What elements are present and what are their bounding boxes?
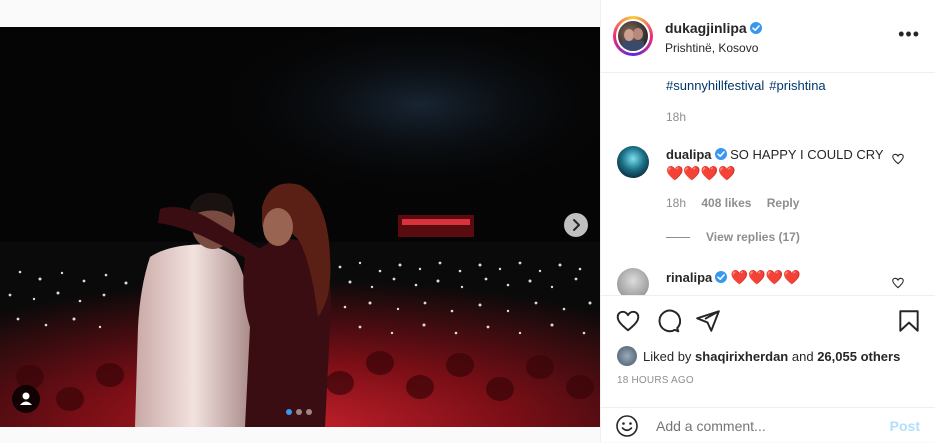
tagged-users-button[interactable] (12, 385, 40, 413)
comments-section: #sunnyhillfestival #prishtina 18h dualipa… (601, 72, 935, 295)
next-photo-button[interactable] (564, 213, 588, 237)
comment-meta: 18h 408 likes Reply (666, 196, 811, 210)
comment-likes[interactable]: 408 likes (701, 196, 751, 210)
liked-by-joiner: and (791, 349, 814, 364)
post-photo[interactable] (0, 27, 600, 427)
post-location[interactable]: Prishtinë, Kosovo (665, 41, 758, 55)
commenter-avatar[interactable] (617, 146, 649, 178)
verified-badge-icon (715, 271, 728, 283)
comment-username[interactable]: rinalipa (666, 270, 712, 285)
comment-time[interactable]: 18h (666, 196, 686, 210)
hashtag-link[interactable]: #sunnyhillfestival (666, 78, 764, 93)
comment-text: dualipa SO HAPPY I COULD CRY ❤️❤️❤️❤️ (666, 146, 886, 183)
chevron-right-icon (573, 219, 580, 231)
comment-input[interactable] (656, 418, 856, 434)
bookmark-icon[interactable] (896, 308, 922, 334)
add-comment-bar: Post (601, 407, 935, 443)
liked-by-summary: Liked by shaqirixherdan and 26,055 other… (617, 346, 900, 366)
comment-like-heart-icon[interactable] (891, 152, 905, 166)
author-avatar[interactable] (613, 16, 653, 56)
author-avatar-image (618, 21, 648, 51)
replies-divider (666, 237, 690, 239)
liked-by-prefix: Liked by (643, 349, 692, 364)
view-replies-button[interactable]: View replies (17) (666, 230, 800, 244)
reply-button[interactable]: Reply (767, 196, 800, 210)
comment-hearts: ❤️❤️❤️❤️ (666, 165, 736, 181)
author-username-text[interactable]: dukagjinlipa (665, 20, 747, 36)
verified-badge-icon (749, 22, 762, 34)
top-background (0, 0, 600, 27)
liker-username[interactable]: shaqirixherdan (695, 349, 788, 364)
carousel-dot-1 (286, 409, 292, 415)
instagram-post-view: dukagjinlipa Prishtinë, Kosovo ••• #sunn… (0, 0, 935, 442)
liker-avatar[interactable] (617, 346, 637, 366)
verified-badge-icon (714, 148, 727, 160)
heart-icon[interactable] (615, 308, 641, 334)
commenter-avatar[interactable] (617, 268, 649, 295)
likes-others-link[interactable]: 26,055 others (817, 349, 900, 364)
emoji-icon[interactable] (615, 414, 639, 438)
comment-hearts: ❤️❤️❤️❤️ (730, 269, 801, 285)
caption-hashtags: #sunnyhillfestival #prishtina (666, 78, 831, 93)
concert-photo-illustration (0, 27, 600, 427)
comment-icon[interactable] (655, 308, 681, 334)
hashtag-link[interactable]: #prishtina (769, 78, 825, 93)
post-details-panel: dukagjinlipa Prishtinë, Kosovo ••• #sunn… (600, 0, 935, 442)
view-replies-label[interactable]: View replies (17) (706, 230, 800, 244)
comment-like-heart-icon[interactable] (891, 276, 905, 290)
comment-username[interactable]: dualipa (666, 147, 712, 162)
bottom-background (0, 427, 600, 442)
comment-body: SO HAPPY I COULD CRY (730, 147, 884, 162)
post-comment-button[interactable]: Post (890, 418, 920, 434)
post-header: dukagjinlipa Prishtinë, Kosovo ••• (601, 0, 935, 73)
comment-text: rinalipa ❤️❤️❤️❤️ (666, 268, 886, 287)
carousel-dot-3 (306, 409, 312, 415)
carousel-dot-2 (296, 409, 302, 415)
tag-user-icon (20, 392, 32, 405)
author-username[interactable]: dukagjinlipa (665, 20, 762, 36)
post-timestamp[interactable]: 18 HOURS AGO (617, 375, 694, 386)
caption-time[interactable]: 18h (666, 110, 686, 124)
share-icon[interactable] (695, 308, 721, 334)
more-options-icon[interactable]: ••• (898, 25, 920, 43)
carousel-indicators (286, 402, 316, 420)
